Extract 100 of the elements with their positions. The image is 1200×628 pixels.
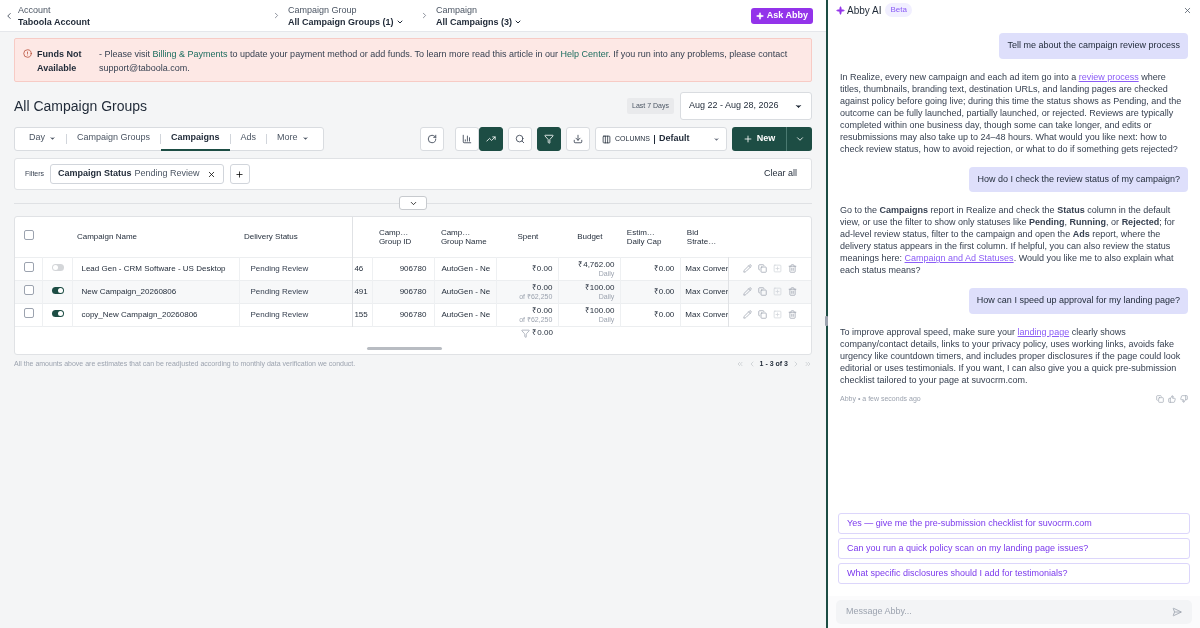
table-cell: AutoGen - Ne [434, 257, 497, 280]
table-cell: 491 [352, 280, 373, 303]
column-header[interactable]: Campaign Name [72, 217, 240, 257]
filter-button[interactable] [537, 127, 561, 151]
toggle-switch[interactable] [51, 263, 64, 271]
caret-icon [49, 134, 56, 142]
toggle-switch[interactable] [51, 309, 64, 317]
add-filter-button[interactable] [229, 164, 250, 184]
duplicate-icon[interactable] [758, 264, 768, 273]
chevron-right-icon [420, 11, 429, 20]
filter-icon [544, 134, 554, 144]
refresh-button[interactable] [420, 127, 444, 151]
thumbs-up-icon[interactable] [1168, 394, 1176, 403]
edit-icon[interactable] [743, 310, 753, 319]
close-icon[interactable] [1183, 5, 1192, 15]
checkbox[interactable] [23, 307, 34, 318]
view-tab[interactable]: Day [19, 127, 66, 151]
breadcrumb-selector[interactable]: All Campaign Groups (1) [288, 15, 404, 28]
alert-message: - Please visit Billing & Payments to update your payment method or add funds. To learn more read this article in our Help Center. If you run into any problems, please contact support@taboola.com. [99, 48, 789, 75]
table-cell: Pending Review [239, 257, 353, 280]
funnel-icon [521, 328, 531, 338]
column-header[interactable]: Spent [496, 217, 559, 257]
view-tab[interactable]: Campaigns [161, 127, 230, 151]
breadcrumb-label: Account [18, 3, 52, 16]
assistant-message: To improve approval speed, make sure your landing page clearly shows company/contact details, links to your privacy policy, uses working links, avoids fake urgency like countdown timers, and includes proper disclosures if the page could look editorial or uses testimonials. If you want, I can also give you a quick pre-submission checklist tailored to your page at suvocrm.com. [840, 325, 1182, 386]
suggestion-chip[interactable]: What specific disclosures should I add for testimonials? [838, 563, 1190, 584]
new-button[interactable]: New [732, 127, 786, 151]
delete-icon[interactable] [788, 264, 798, 273]
last-page-icon[interactable] [804, 360, 812, 369]
collapse-button[interactable] [399, 196, 427, 210]
message-input[interactable]: Message Abby... [836, 600, 1192, 624]
table-cell: Pending Review [239, 280, 353, 303]
table-cell-text: ₹4,762.00 [577, 259, 615, 269]
column-header[interactable]: Bid Strate… [680, 217, 729, 257]
send-icon[interactable] [1172, 607, 1182, 617]
user-message: How can I speed up approval for my landing page? [968, 288, 1188, 314]
add-icon[interactable] [773, 310, 783, 319]
table-cell: Max Conver [680, 257, 729, 280]
refresh-icon [427, 134, 437, 144]
view-tab[interactable]: More [267, 127, 319, 151]
view-tab[interactable]: Campaign Groups [67, 127, 161, 151]
campaign-name-cell[interactable]: copy_New Campaign_20260806 [72, 303, 240, 326]
toggle-switch[interactable] [51, 286, 64, 294]
assistant-message: Go to the Campaigns report in Realize and check the Status column in the default view, or use the filter to show only statuses like Pending, Running, or Rejected; for ad-level review status, filter to the campaign and open the Ads report, where the delivery status appears in the first column. If helpful, you can also review the status meanings here: Campaign and Ad Statuses. Would you like me to also explain what each status means? [840, 204, 1176, 276]
checkbox[interactable] [23, 261, 34, 272]
suggestion-chip[interactable]: Yes — give me the pre-submission checklist for suvocrm.com [838, 513, 1190, 534]
thumbs-down-icon[interactable] [1180, 394, 1188, 403]
breadcrumb-selector[interactable]: All Campaigns (3) [436, 15, 522, 28]
next-page-icon[interactable] [792, 360, 800, 369]
table-cell: Pending Review [239, 303, 353, 326]
beta-badge: Beta [885, 3, 912, 17]
duplicate-icon[interactable] [758, 310, 768, 319]
breadcrumb-selector[interactable]: Taboola Account [18, 15, 90, 28]
link[interactable]: review process [1078, 71, 1139, 82]
filter-chip[interactable]: Campaign Status Pending Review [50, 164, 224, 184]
download-button[interactable] [566, 127, 590, 151]
add-icon[interactable] [773, 264, 783, 273]
resize-handle[interactable] [825, 316, 828, 326]
first-page-icon[interactable] [735, 360, 744, 369]
plus-icon [235, 169, 245, 179]
edit-icon[interactable] [743, 264, 753, 273]
horizontal-scrollbar[interactable] [366, 346, 442, 350]
ask-abby-button[interactable]: Ask Abby [750, 7, 813, 24]
suggestion-chip[interactable]: Can you run a quick policy scan on my landing page issues? [838, 538, 1190, 559]
column-header[interactable]: Camp… Group Name [434, 217, 497, 257]
clear-all-link[interactable]: Clear all [764, 167, 797, 181]
copy-icon[interactable] [1156, 394, 1164, 403]
link[interactable]: Billing & Payments [152, 49, 228, 59]
bar-chart-button[interactable] [455, 127, 479, 151]
remove-icon[interactable] [206, 169, 216, 179]
column-header[interactable]: Delivery Status [239, 217, 353, 257]
table-cell: AutoGen - Ne [434, 303, 497, 326]
view-tab[interactable]: Ads [230, 127, 267, 151]
new-menu-button[interactable] [786, 127, 812, 151]
download-icon [573, 134, 583, 144]
duplicate-icon[interactable] [758, 287, 768, 296]
delete-icon[interactable] [788, 310, 798, 319]
delete-icon[interactable] [788, 287, 798, 296]
abby-logo-icon [836, 5, 845, 15]
chevron-right-icon [272, 11, 281, 20]
table-cell-text: ₹100.00 [583, 305, 615, 315]
date-range-picker[interactable]: Aug 22 - Aug 28, 2026 [680, 92, 812, 120]
link[interactable]: Campaign and Ad Statuses [904, 253, 1014, 263]
add-icon[interactable] [773, 287, 783, 296]
page-title: All Campaign Groups [14, 96, 148, 116]
column-header[interactable]: Budget [558, 217, 621, 257]
table-cell-text: ₹0.00 [530, 264, 553, 273]
line-chart-button[interactable] [479, 127, 503, 151]
table-cell: AutoGen - Ne [434, 280, 497, 303]
link[interactable]: landing page [1017, 326, 1070, 337]
column-header[interactable]: Estim… Daily Cap [620, 217, 681, 257]
back-icon[interactable] [4, 10, 14, 21]
search-button[interactable] [508, 127, 532, 151]
edit-icon[interactable] [743, 287, 753, 296]
checkbox[interactable] [24, 229, 34, 240]
campaign-name-cell[interactable]: New Campaign_20260806 [72, 280, 240, 303]
column-header[interactable]: Camp… Group ID [372, 217, 435, 257]
campaign-name-cell[interactable]: Lead Gen - CRM Software - US Desktop [72, 257, 240, 280]
checkbox[interactable] [23, 284, 34, 295]
line-chart-icon [486, 134, 496, 144]
